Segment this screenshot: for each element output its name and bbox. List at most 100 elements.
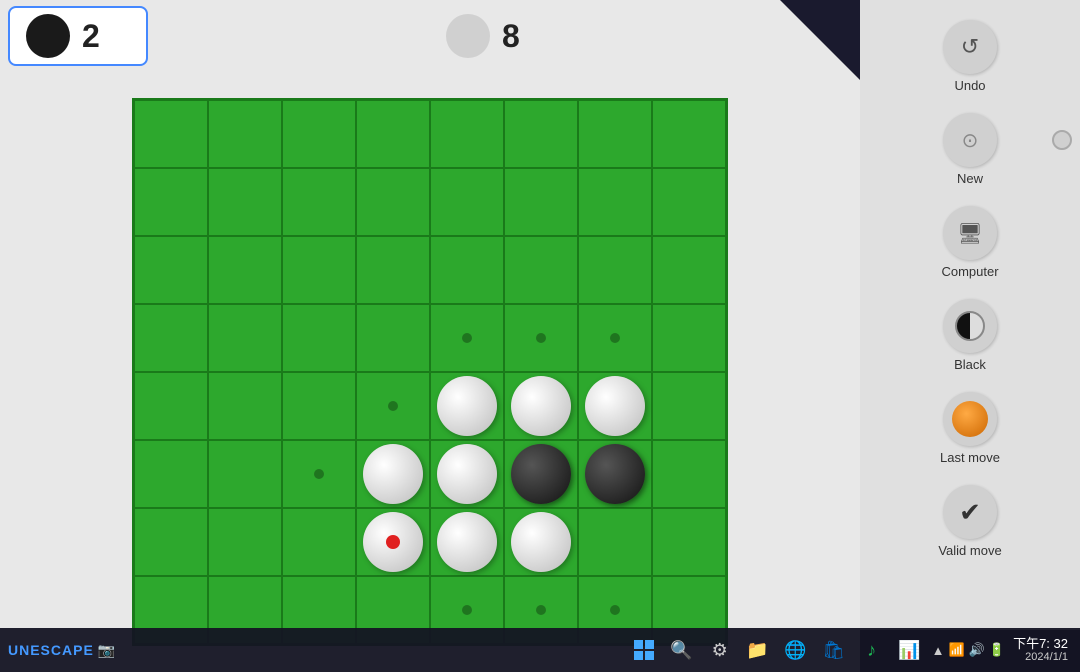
white-piece	[585, 376, 645, 436]
cell-5-2[interactable]	[282, 440, 356, 508]
cell-6-2[interactable]	[282, 508, 356, 576]
white-piece	[511, 512, 571, 572]
cell-2-7[interactable]	[652, 236, 726, 304]
black-label: Black	[954, 357, 986, 372]
cell-6-6[interactable]	[578, 508, 652, 576]
undo-icon: ↺	[961, 34, 979, 60]
extra-app-button[interactable]: 📊	[892, 632, 928, 668]
cell-3-4[interactable]	[430, 304, 504, 372]
cell-3-3[interactable]	[356, 304, 430, 372]
last-move-button[interactable]: Last move	[868, 384, 1072, 473]
taskbar: UNESCAPE 📷 🔍 ⚙ 📁 🌐 🛍 ♪ 📊	[0, 628, 1080, 672]
white-piece	[511, 376, 571, 436]
cell-5-0[interactable]	[134, 440, 208, 508]
settings-button[interactable]: ⚙	[702, 632, 738, 668]
cell-0-1[interactable]	[208, 100, 282, 168]
monitor-icon: 🖥	[957, 221, 982, 246]
white-score: 8	[502, 18, 520, 55]
edge-button[interactable]: 🌐	[778, 632, 814, 668]
cell-4-6[interactable]	[578, 372, 652, 440]
cell-2-3[interactable]	[356, 236, 430, 304]
cell-3-2[interactable]	[282, 304, 356, 372]
score-white-panel: 8	[430, 8, 570, 64]
cell-0-4[interactable]	[430, 100, 504, 168]
cell-0-3[interactable]	[356, 100, 430, 168]
computer-button[interactable]: 🖥 Computer	[868, 198, 1072, 287]
cell-2-1[interactable]	[208, 236, 282, 304]
sidebar: ↺ Undo ⊙ New 🖥 Computer Black Last move	[860, 0, 1080, 630]
brand-icon: 📷	[98, 642, 116, 659]
cell-3-7[interactable]	[652, 304, 726, 372]
store-button[interactable]: 🛍	[816, 632, 852, 668]
score-black-panel: 2	[8, 6, 148, 66]
radio-button[interactable]	[1052, 130, 1072, 150]
cell-0-0[interactable]	[134, 100, 208, 168]
cell-4-3[interactable]	[356, 372, 430, 440]
game-board	[132, 98, 728, 646]
file-explorer-button[interactable]: 📁	[740, 632, 776, 668]
valid-move-button[interactable]: ✔ Valid move	[868, 477, 1072, 566]
cell-2-5[interactable]	[504, 236, 578, 304]
cell-5-7[interactable]	[652, 440, 726, 508]
computer-icon-circle: 🖥	[943, 206, 997, 260]
cell-3-5[interactable]	[504, 304, 578, 372]
cell-1-5[interactable]	[504, 168, 578, 236]
cell-2-0[interactable]	[134, 236, 208, 304]
cell-2-2[interactable]	[282, 236, 356, 304]
cell-1-0[interactable]	[134, 168, 208, 236]
cell-0-2[interactable]	[282, 100, 356, 168]
cell-4-1[interactable]	[208, 372, 282, 440]
cell-4-2[interactable]	[282, 372, 356, 440]
cell-2-4[interactable]	[430, 236, 504, 304]
taskbar-left: UNESCAPE 📷	[8, 642, 622, 659]
valid-move-dot	[388, 401, 398, 411]
search-button[interactable]: 🔍	[664, 632, 700, 668]
valid-move-dot	[536, 333, 546, 343]
cell-5-1[interactable]	[208, 440, 282, 508]
cell-6-4[interactable]	[430, 508, 504, 576]
network-icon: ▲	[932, 643, 945, 658]
cell-6-3[interactable]	[356, 508, 430, 576]
cell-3-1[interactable]	[208, 304, 282, 372]
new-button[interactable]: ⊙ New	[868, 105, 1072, 194]
cell-2-6[interactable]	[578, 236, 652, 304]
cell-5-6[interactable]	[578, 440, 652, 508]
taskbar-right: ▲ 📶 🔊 🔋 下午7: 32 2024/1/1	[932, 636, 1072, 665]
cell-1-7[interactable]	[652, 168, 726, 236]
cell-4-7[interactable]	[652, 372, 726, 440]
black-button[interactable]: Black	[868, 291, 1072, 380]
cell-5-4[interactable]	[430, 440, 504, 508]
cell-5-3[interactable]	[356, 440, 430, 508]
cell-3-6[interactable]	[578, 304, 652, 372]
cell-4-0[interactable]	[134, 372, 208, 440]
cell-0-6[interactable]	[578, 100, 652, 168]
cell-6-7[interactable]	[652, 508, 726, 576]
checkmark-icon: ✔	[959, 497, 981, 528]
undo-button[interactable]: ↺ Undo	[868, 12, 1072, 101]
cell-6-1[interactable]	[208, 508, 282, 576]
cell-6-5[interactable]	[504, 508, 578, 576]
search-icon: 🔍	[670, 640, 692, 661]
valid-move-dot	[462, 605, 472, 615]
cell-1-1[interactable]	[208, 168, 282, 236]
folder-icon: 📁	[746, 640, 768, 661]
valid-move-label: Valid move	[938, 543, 1001, 558]
cell-5-5[interactable]	[504, 440, 578, 508]
cell-3-0[interactable]	[134, 304, 208, 372]
cell-1-6[interactable]	[578, 168, 652, 236]
black-piece	[585, 444, 645, 504]
windows-button[interactable]	[626, 632, 662, 668]
cell-0-7[interactable]	[652, 100, 726, 168]
cell-4-4[interactable]	[430, 372, 504, 440]
cell-1-4[interactable]	[430, 168, 504, 236]
cell-1-2[interactable]	[282, 168, 356, 236]
spotify-button[interactable]: ♪	[854, 632, 890, 668]
clock-date: 2024/1/1	[1025, 651, 1068, 664]
sys-tray: ▲ 📶 🔊 🔋	[932, 642, 1005, 658]
cell-0-5[interactable]	[504, 100, 578, 168]
cell-1-3[interactable]	[356, 168, 430, 236]
undo-icon-circle: ↺	[943, 20, 997, 74]
cell-4-5[interactable]	[504, 372, 578, 440]
cell-6-0[interactable]	[134, 508, 208, 576]
score-header: 2 8	[0, 0, 860, 72]
